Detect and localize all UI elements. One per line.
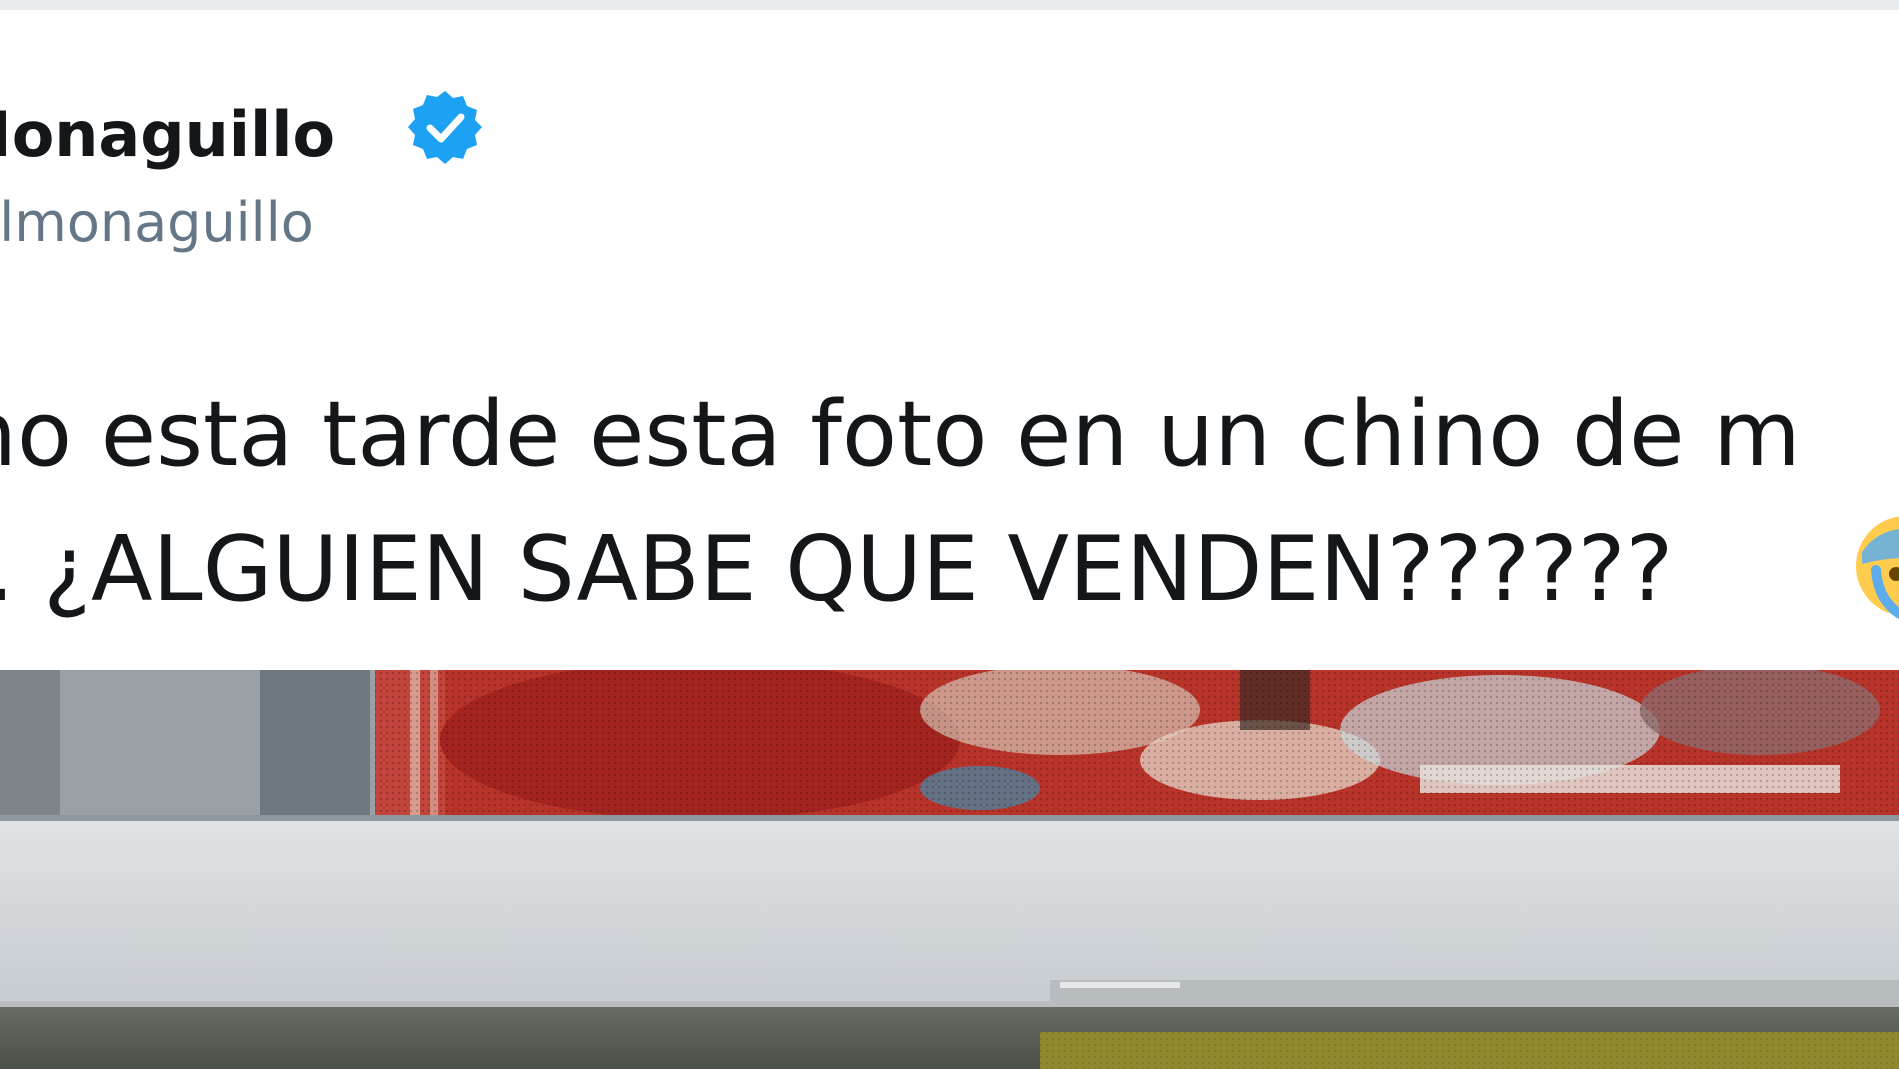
- tweet-text-line-2: . ¿ALGUIEN SABE QUE VENDEN??????: [0, 517, 1674, 622]
- top-divider: [0, 0, 1899, 10]
- verified-badge-icon: [408, 91, 482, 164]
- screenshot-stage: Monaguillo elmonaguillo ho esta tarde es…: [0, 0, 1899, 1069]
- tweet-card: Monaguillo elmonaguillo ho esta tarde es…: [0, 10, 1899, 670]
- user-handle[interactable]: elmonaguillo: [0, 188, 314, 258]
- anxious-face-emoji-icon: [1856, 516, 1899, 619]
- tweet-attached-photo[interactable]: [0, 670, 1899, 1069]
- display-name[interactable]: Monaguillo: [0, 98, 335, 172]
- tweet-text-line-1: ho esta tarde esta foto en un chino de m: [0, 382, 1801, 487]
- photo-image: [0, 670, 1899, 1069]
